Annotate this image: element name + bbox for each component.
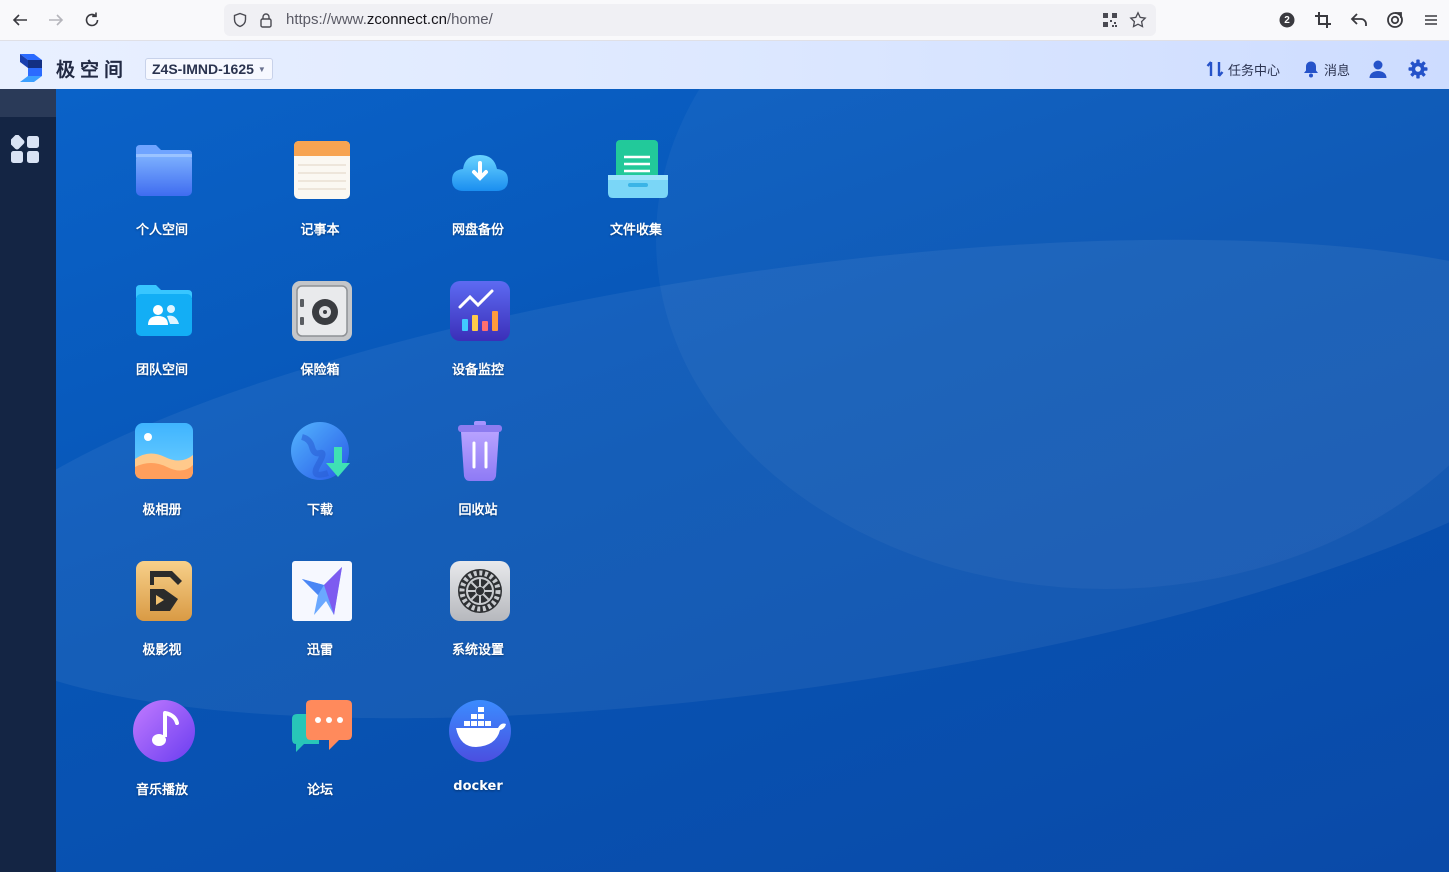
forum-icon: [292, 700, 352, 752]
app-team-space[interactable]: 团队空间: [97, 279, 227, 399]
gear-icon: [1408, 59, 1428, 79]
app-label: 论坛: [306, 783, 333, 798]
app-label: 迅雷: [306, 643, 333, 658]
app-label: 回收站: [458, 503, 498, 518]
app-docker[interactable]: docker: [413, 699, 543, 819]
file-collect-icon: [608, 140, 668, 198]
desktop: 个人空间 记事本 网盘备份 文件收集 团队空间 保险箱 设备监控 极相册 下载 …: [56, 89, 1449, 872]
messages-button[interactable]: 消息: [1302, 58, 1350, 80]
app-system-settings[interactable]: 系统设置: [413, 559, 543, 679]
app-label: 极影视: [142, 643, 182, 658]
qr-code-icon[interactable]: [1100, 10, 1120, 30]
app-label: 下载: [306, 503, 333, 518]
settings-button[interactable]: [1408, 58, 1428, 80]
app-music-player[interactable]: 音乐播放: [97, 699, 227, 819]
app-label: docker: [453, 779, 503, 794]
app-download[interactable]: 下载: [255, 419, 385, 539]
video-icon: [136, 561, 192, 621]
extension-badge-count: 2: [1284, 14, 1290, 26]
messages-label: 消息: [1324, 63, 1351, 79]
back-arrow-icon: [12, 14, 27, 26]
reload-button[interactable]: [80, 8, 104, 32]
app-grid-icon[interactable]: [11, 135, 40, 164]
sync-icon[interactable]: [1383, 8, 1407, 32]
url-domain: zconnect.cn: [366, 11, 447, 28]
caret-down-icon: ▼: [257, 64, 266, 74]
app-personal-space[interactable]: 个人空间: [97, 139, 227, 259]
app-cloud-backup[interactable]: 网盘备份: [413, 139, 543, 259]
sidebar: [0, 89, 56, 872]
app-device-monitor[interactable]: 设备监控: [413, 279, 543, 399]
safe-icon: [292, 281, 352, 341]
recycle-bin-icon: [458, 421, 502, 481]
docker-icon: [449, 700, 511, 762]
app-notepad[interactable]: 记事本: [255, 139, 385, 259]
url-prefix: https://www.: [286, 11, 367, 28]
device-monitor-icon: [450, 281, 510, 341]
app-label: 文件收集: [609, 223, 662, 238]
app-label: 设备监控: [451, 363, 504, 378]
app-label: 记事本: [300, 223, 340, 238]
user-button[interactable]: [1368, 58, 1388, 80]
app-label: 网盘备份: [451, 223, 504, 238]
task-center-label: 任务中心: [1228, 63, 1281, 79]
menu-icon[interactable]: [1419, 8, 1443, 32]
app-header: 极空间 Z4S-IMND-1625 ▼ 任务中心 消息: [0, 41, 1449, 89]
team-folder-icon: [136, 285, 192, 336]
user-icon: [1369, 60, 1387, 78]
bell-icon: [1304, 61, 1318, 78]
app-label: 个人空间: [135, 223, 188, 238]
transfer-icon: [1206, 61, 1224, 77]
app-label: 团队空间: [135, 363, 188, 378]
app-label: 系统设置: [451, 643, 504, 658]
back-button[interactable]: [8, 8, 32, 32]
music-player-icon: [133, 700, 195, 762]
url-bar[interactable]: https://www.zconnect.cn/home/: [224, 4, 1156, 36]
cloud-backup-icon: [452, 155, 508, 191]
crop-icon[interactable]: [1311, 8, 1335, 32]
app-recycle-bin[interactable]: 回收站: [413, 419, 543, 539]
notepad-icon: [294, 141, 350, 199]
personal-folder-icon: [136, 145, 192, 196]
task-center-button[interactable]: 任务中心: [1206, 58, 1280, 80]
brand-title: 极空间: [56, 59, 129, 81]
bookmark-star-icon[interactable]: [1128, 10, 1148, 30]
system-settings-icon: [450, 561, 510, 621]
shield-icon[interactable]: [230, 10, 250, 30]
app-forum[interactable]: 论坛: [255, 699, 385, 819]
url-text[interactable]: https://www.zconnect.cn/home/: [286, 11, 493, 28]
forward-arrow-icon: [49, 14, 64, 26]
download-globe-icon: [291, 422, 350, 480]
app-photo-album[interactable]: 极相册: [97, 419, 227, 539]
app-label: 保险箱: [300, 363, 340, 378]
app-xunlei[interactable]: 迅雷: [255, 559, 385, 679]
app-safe[interactable]: 保险箱: [255, 279, 385, 399]
sidebar-top-item[interactable]: [0, 89, 56, 117]
browser-toolbar: https://www.zconnect.cn/home/ 2: [0, 0, 1449, 41]
undo-icon[interactable]: [1347, 8, 1371, 32]
extension-badge-icon[interactable]: 2: [1275, 8, 1299, 32]
url-path: /home/: [446, 11, 493, 28]
photo-album-icon: [135, 423, 193, 479]
app-file-collect[interactable]: 文件收集: [571, 139, 701, 259]
xunlei-icon: [292, 561, 352, 621]
lock-icon[interactable]: [256, 10, 276, 30]
device-selector[interactable]: Z4S-IMND-1625 ▼: [145, 58, 273, 80]
app-video[interactable]: 极影视: [97, 559, 227, 679]
device-name: Z4S-IMND-1625: [152, 61, 254, 77]
app-label: 极相册: [142, 503, 182, 518]
reload-icon: [85, 12, 99, 27]
forward-button[interactable]: [44, 8, 68, 32]
app-label: 音乐播放: [135, 783, 188, 798]
zspace-logo-icon: [20, 54, 42, 82]
